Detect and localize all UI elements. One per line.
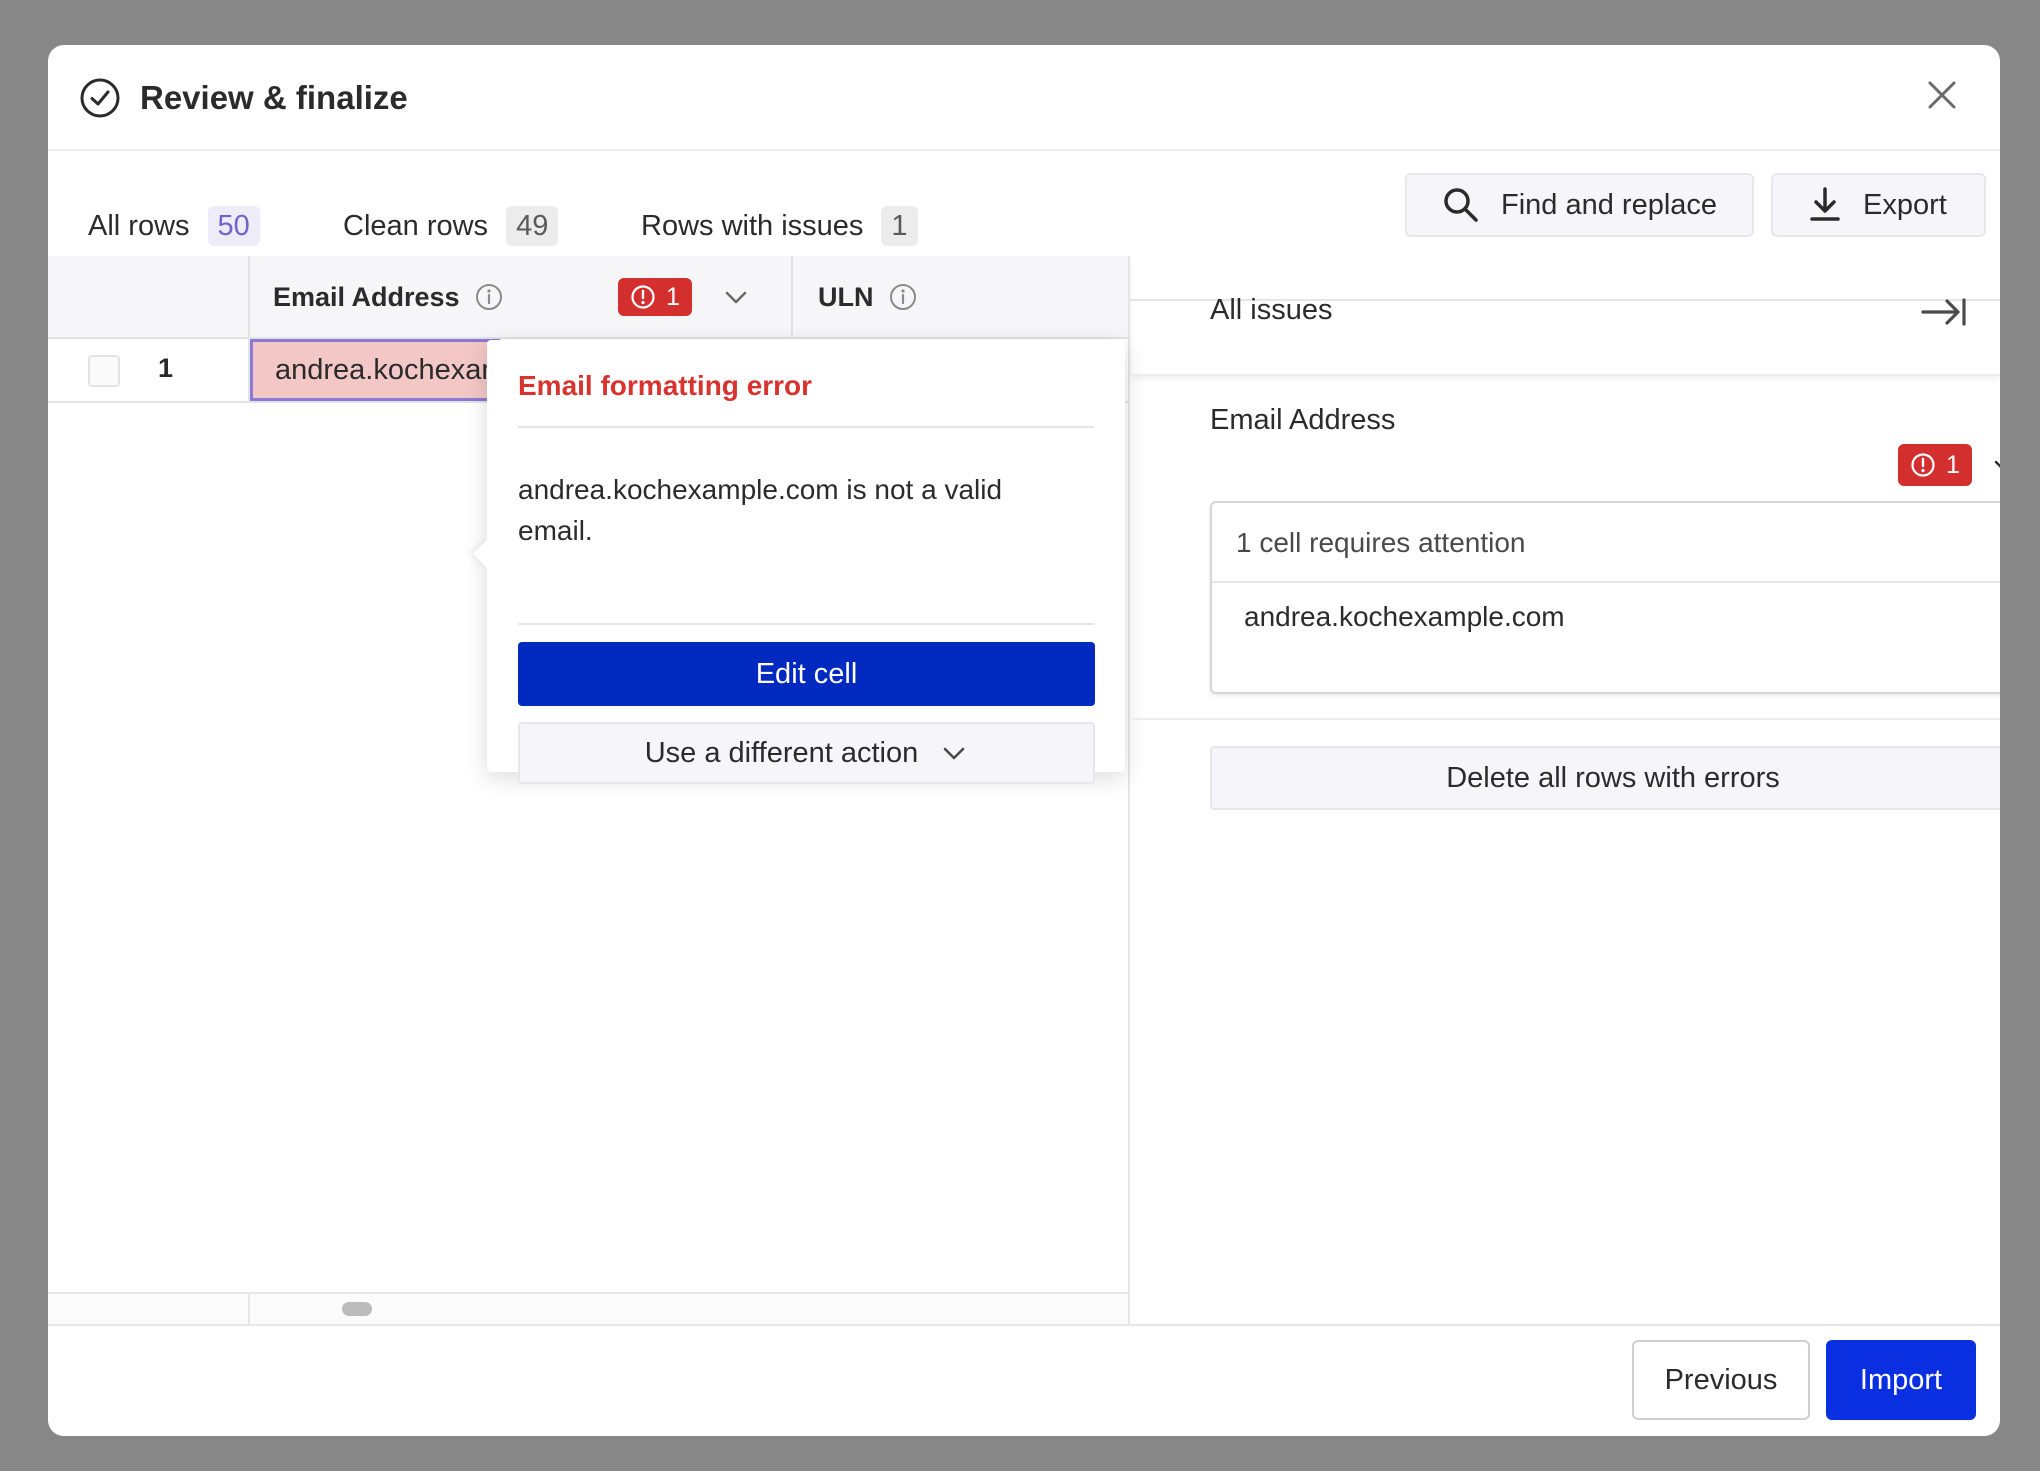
chevron-down-icon[interactable] [1991,452,2000,480]
previous-label: Previous [1664,1363,1778,1396]
dialog-header: Review & finalize [48,45,2000,151]
export-label: Export [1863,188,1947,221]
edit-cell-label: Edit cell [755,657,858,690]
error-count: 1 [666,282,680,311]
different-action-label: Use a different action [644,736,919,769]
divider [518,623,1094,625]
delete-rows-label: Delete all rows with errors [1446,761,1780,794]
tab-count: 49 [506,206,559,246]
tab-count: 1 [881,206,918,246]
error-popover: Email formatting error andrea.kochexampl… [472,340,1125,784]
issues-panel-header: All issues [1132,256,2000,376]
scrollbar-thumb[interactable] [342,1302,372,1316]
grid-header: Email Address 1 ULN [48,256,1128,339]
popover-title: Email formatting error [518,370,813,401]
email-cell-error[interactable]: andrea.kochexample.com [250,339,500,401]
tab-label: Rows with issues [641,209,864,242]
previous-button[interactable]: Previous [1632,1340,1810,1420]
divider [1132,718,2000,720]
dialog-footer: Previous Import [48,1324,2000,1436]
row-checkbox[interactable] [88,355,120,387]
info-icon[interactable] [888,282,918,312]
different-action-button[interactable]: Use a different action [518,722,1095,784]
tab-label: Clean rows [343,209,489,242]
close-icon[interactable] [1918,71,1966,119]
export-button[interactable]: Export [1771,173,1986,237]
collapse-panel-icon[interactable] [1920,292,1968,332]
check-circle-icon [80,78,120,118]
issue-group-title: Email Address [1210,404,1396,436]
tab-count: 50 [207,206,260,246]
error-count: 1 [1946,450,1960,479]
column-title-uln: ULN [818,282,874,312]
column-title-email: Email Address [273,282,460,312]
edit-cell-button[interactable]: Edit cell [518,642,1095,706]
import-button[interactable]: Import [1826,1340,1976,1420]
attention-box: 1 cell requires attention andrea.kochexa… [1210,501,2000,694]
chevron-down-icon [943,747,965,760]
attention-cell-link[interactable]: andrea.kochexample.com [1244,601,1565,633]
alert-icon [631,285,655,309]
find-and-replace-label: Find and replace [1501,188,1718,221]
chevron-down-icon[interactable] [722,283,750,311]
attention-header: 1 cell requires attention [1212,503,2000,583]
divider [518,426,1094,428]
dialog-title: Review & finalize [140,79,408,116]
info-icon[interactable] [474,282,504,312]
delete-rows-with-errors-button[interactable]: Delete all rows with errors [1210,746,2000,810]
horizontal-scrollbar[interactable] [48,1292,1128,1326]
popover-message: andrea.kochexample.com is not a valid em… [518,474,1003,546]
search-icon [1444,188,1478,222]
tab-label: All rows [88,209,190,242]
column-error-badge[interactable]: 1 [618,278,692,316]
issue-group-error-badge[interactable]: 1 [1898,444,1972,486]
review-dialog: Review & finalize All rows 50 Clean rows… [48,45,2000,1436]
column-divider [248,256,250,339]
import-label: Import [1859,1363,1943,1396]
column-divider [791,256,793,339]
row-number: 1 [158,353,174,383]
alert-icon [1911,453,1935,477]
find-and-replace-button[interactable]: Find and replace [1405,173,1754,237]
download-icon [1810,187,1840,221]
issues-panel-title: All issues [1210,294,1333,326]
issues-panel: All issues Email Address 1 1 cell requir… [1132,256,2000,1324]
column-divider [248,1294,250,1326]
